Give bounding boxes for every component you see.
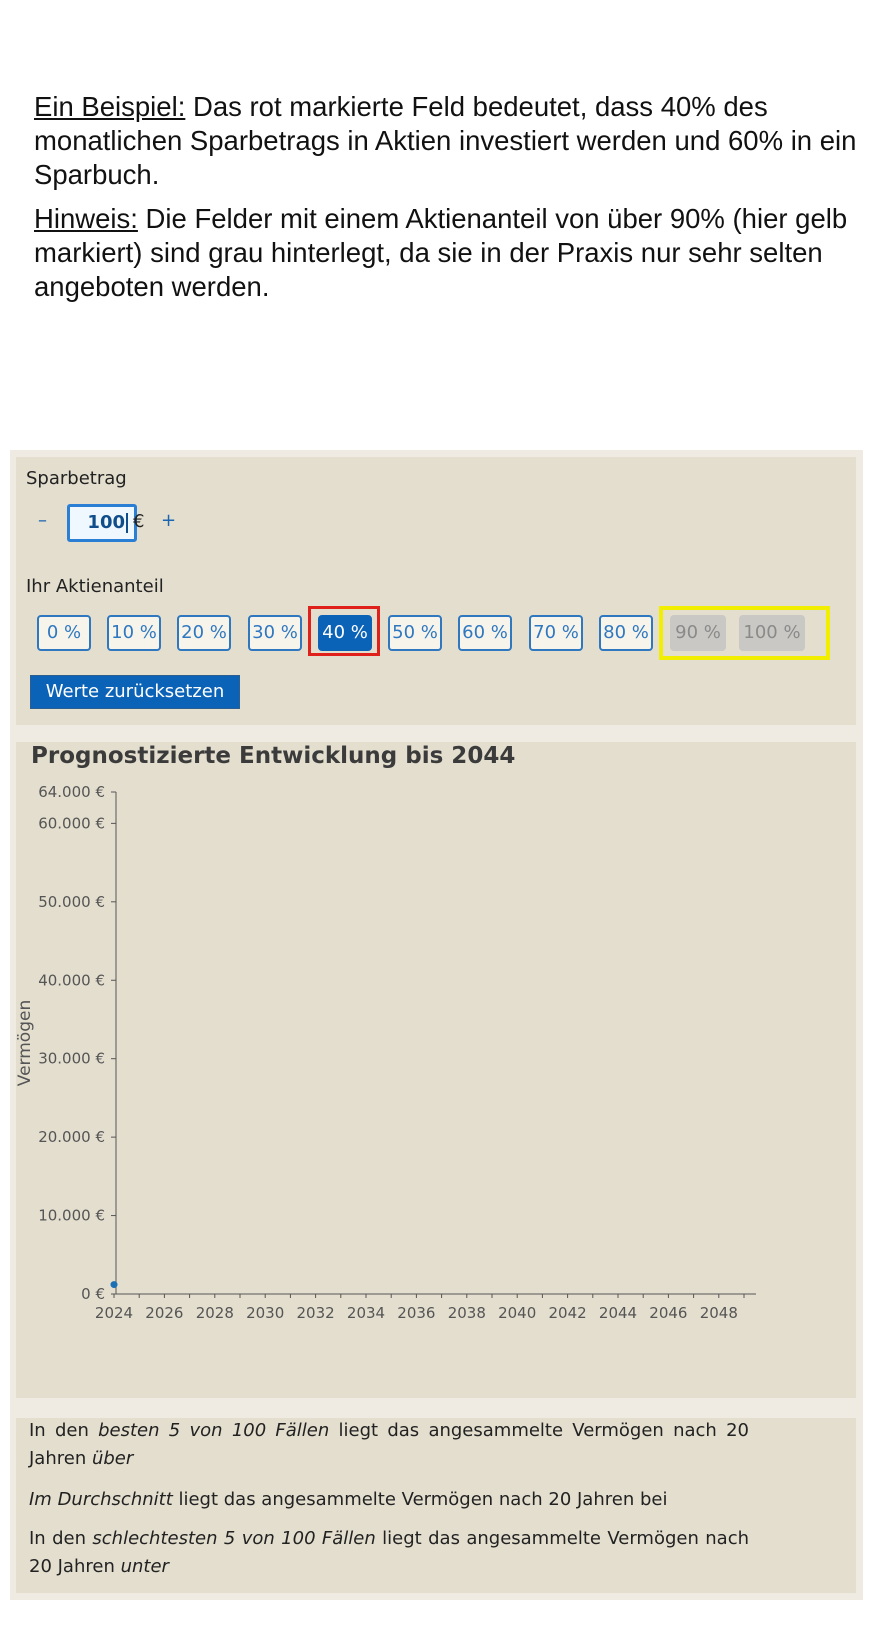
result-best-pre: In den [29, 1420, 99, 1441]
y-tick-label: 0 € [81, 1285, 105, 1303]
x-tick-label: 2046 [649, 1304, 687, 1322]
x-tick-label: 2044 [599, 1304, 637, 1322]
result-worst-em: schlechtesten 5 von 100 Fällen [92, 1528, 376, 1549]
result-best-em: besten 5 von 100 Fällen [98, 1420, 330, 1441]
example-paragraph: Ein Beispiel: Das rot markierte Feld bed… [34, 90, 864, 192]
x-tick-label: 2034 [347, 1304, 385, 1322]
hint-paragraph: Hinweis: Die Felder mit einem Aktienante… [34, 202, 864, 304]
x-tick-label: 2028 [196, 1304, 234, 1322]
allocation-option-60[interactable]: 60 % [458, 615, 512, 651]
red-highlight-frame [308, 606, 380, 656]
result-best-case: In den besten 5 von 100 Fällen liegt das… [29, 1417, 749, 1473]
hint-text: Die Felder mit einem Aktienanteil von üb… [34, 203, 848, 302]
result-worst-pre: In den [29, 1528, 93, 1549]
result-worst-em2: unter [120, 1556, 169, 1577]
y-tick-label: 30.000 € [38, 1050, 105, 1068]
yellow-highlight-frame [659, 606, 830, 660]
result-avg-em: Im Durchschnitt [29, 1489, 173, 1510]
allocation-option-50[interactable]: 50 % [388, 615, 442, 651]
y-tick-label: 64.000 € [38, 783, 105, 801]
y-tick-label: 50.000 € [38, 893, 105, 911]
x-tick-label: 2042 [549, 1304, 587, 1322]
x-tick-label: 2040 [498, 1304, 536, 1322]
allocation-option-0[interactable]: 0 % [37, 615, 91, 651]
increase-button[interactable]: + [161, 510, 176, 531]
reset-values-button[interactable]: Werte zurücksetzen [30, 675, 240, 709]
result-avg-post: liegt das angesammelte Vermögen nach 20 … [172, 1489, 668, 1510]
panel-tab-gap [748, 739, 826, 742]
x-tick-label: 2026 [145, 1304, 183, 1322]
allocation-option-20[interactable]: 20 % [177, 615, 231, 651]
example-heading: Ein Beispiel: [34, 91, 186, 122]
x-tick-label: 2038 [448, 1304, 486, 1322]
allocation-option-10[interactable]: 10 % [107, 615, 161, 651]
result-average-case: Im Durchschnitt liegt das angesammelte V… [29, 1486, 749, 1514]
savings-amount-value: 100 [87, 512, 125, 533]
x-tick-label: 2036 [397, 1304, 435, 1322]
x-tick-label: 2032 [297, 1304, 335, 1322]
y-axis-label: Vermögen [16, 1000, 35, 1086]
currency-symbol: € [133, 511, 145, 532]
x-tick-label: 2048 [700, 1304, 738, 1322]
allocation-option-80[interactable]: 80 % [599, 615, 653, 651]
x-tick-label: 2024 [95, 1304, 133, 1322]
savings-label: Sparbetrag [26, 468, 127, 489]
text-caret [126, 513, 128, 533]
y-tick-label: 60.000 € [38, 814, 105, 832]
savings-amount-input[interactable]: 100 [67, 504, 137, 542]
data-point [110, 1281, 118, 1289]
allocation-option-30[interactable]: 30 % [248, 615, 302, 651]
y-tick-label: 20.000 € [38, 1128, 105, 1146]
result-best-em2: über [91, 1448, 134, 1469]
hint-heading: Hinweis: [34, 203, 138, 234]
y-tick-label: 40.000 € [38, 971, 105, 989]
chart-title: Prognostizierte Entwicklung bis 2044 [31, 743, 516, 769]
intro-text: Ein Beispiel: Das rot markierte Feld bed… [34, 90, 864, 314]
allocation-option-70[interactable]: 70 % [529, 615, 583, 651]
x-tick-label: 2030 [246, 1304, 284, 1322]
allocation-label: Ihr Aktienanteil [26, 576, 164, 597]
y-tick-label: 10.000 € [38, 1207, 105, 1225]
decrease-button[interactable]: – [38, 510, 47, 531]
result-worst-case: In den schlechtesten 5 von 100 Fällen li… [29, 1525, 749, 1581]
chart-svg: 0 € 10.000 € 20.000 € 30.000 € 40.000 € 50.00… [16, 783, 756, 1322]
